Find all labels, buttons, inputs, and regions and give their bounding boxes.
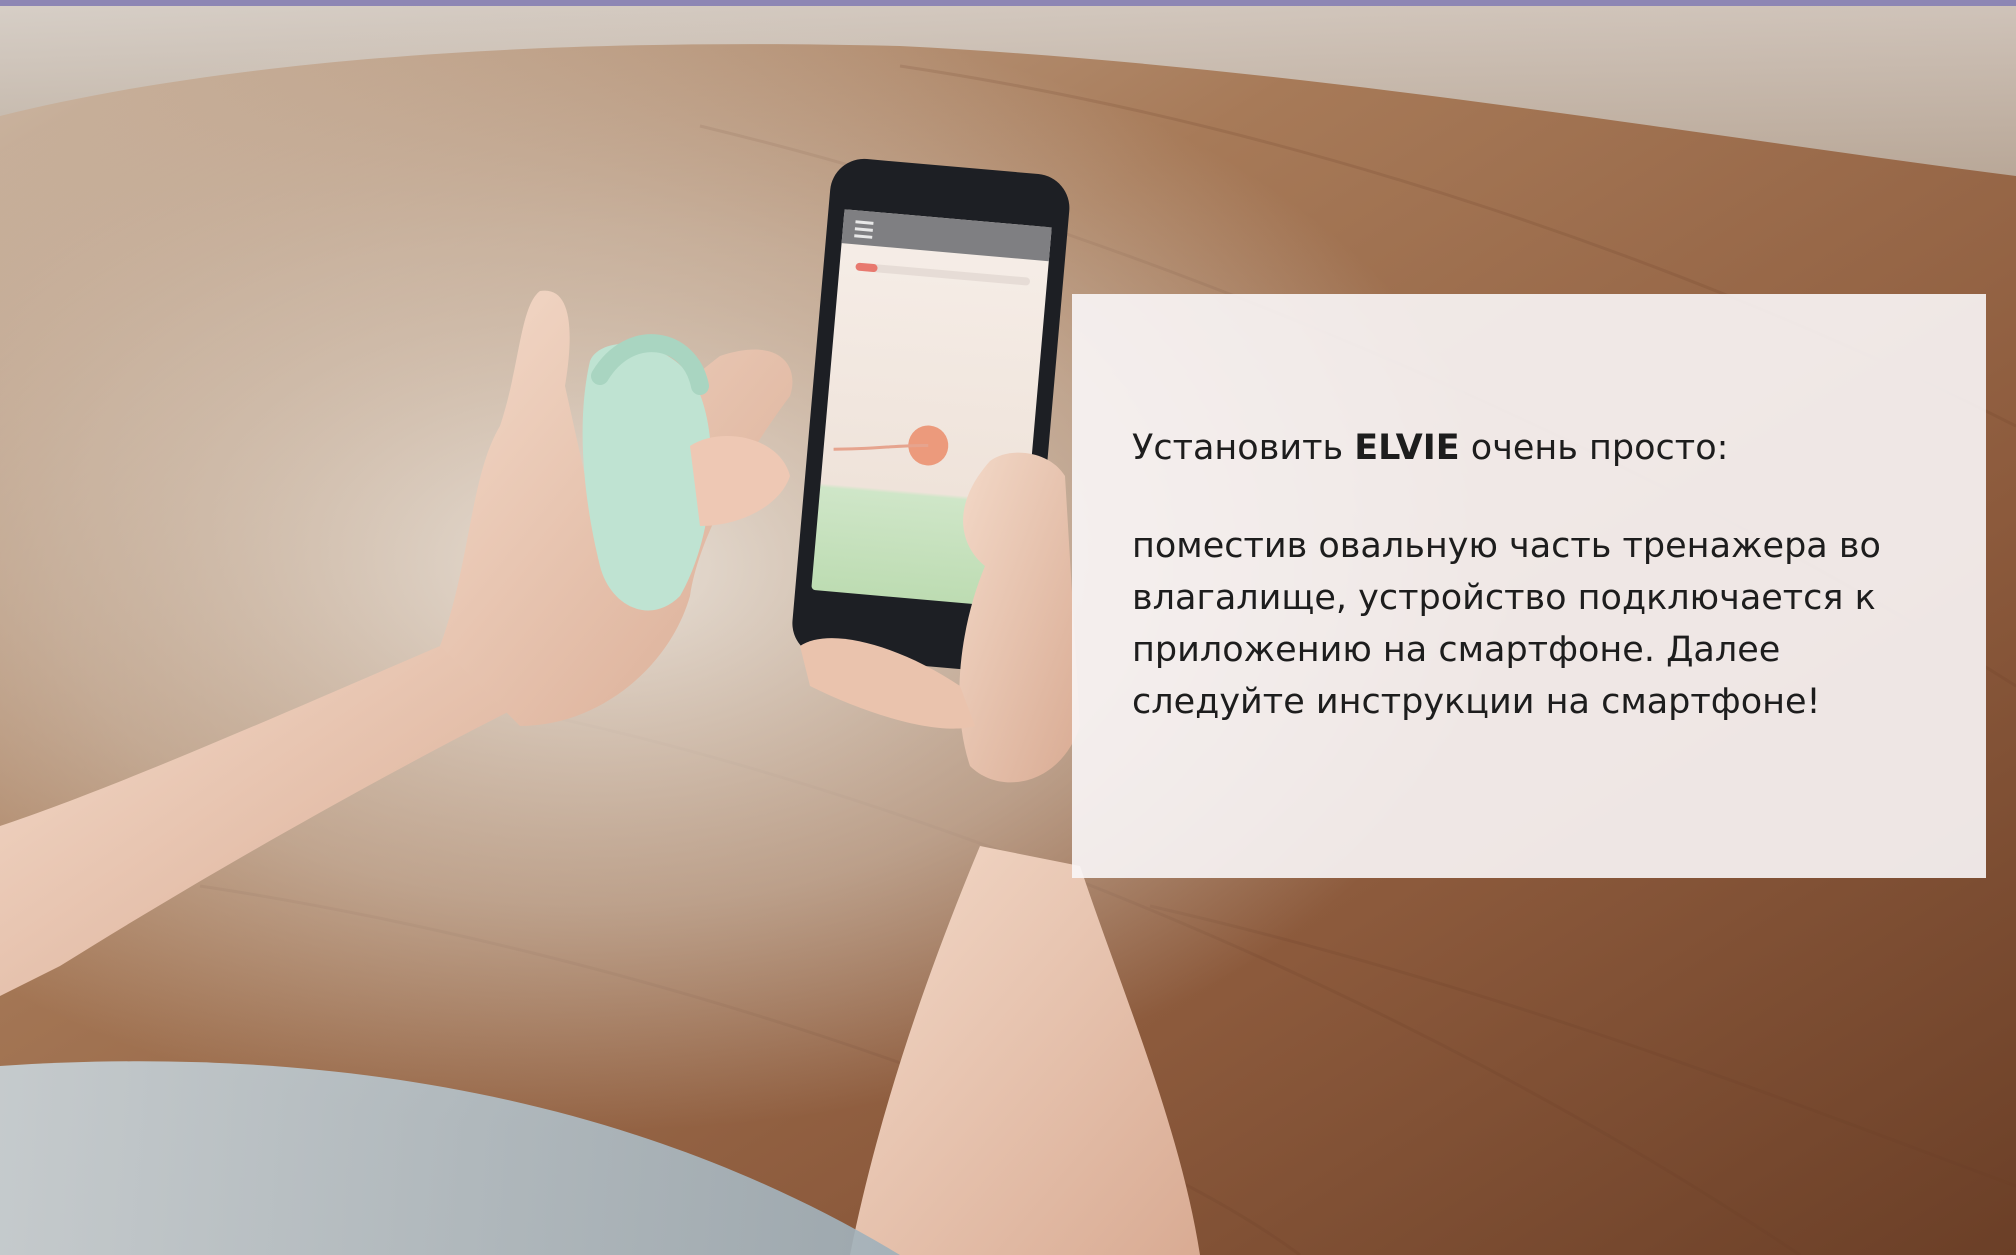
heading-suffix: очень просто: xyxy=(1459,428,1729,468)
heading-text: Установить ELVIE очень просто: xyxy=(1132,422,1946,474)
brand-name: ELVIE xyxy=(1354,428,1460,468)
info-text-box: Установить ELVIE очень просто: поместив … xyxy=(1072,294,1986,878)
slide: Установить ELVIE очень просто: поместив … xyxy=(0,0,2016,1255)
instructions-text: поместив овальную часть тренажера во вла… xyxy=(1132,526,1881,722)
heading-prefix: Установить xyxy=(1132,428,1355,468)
